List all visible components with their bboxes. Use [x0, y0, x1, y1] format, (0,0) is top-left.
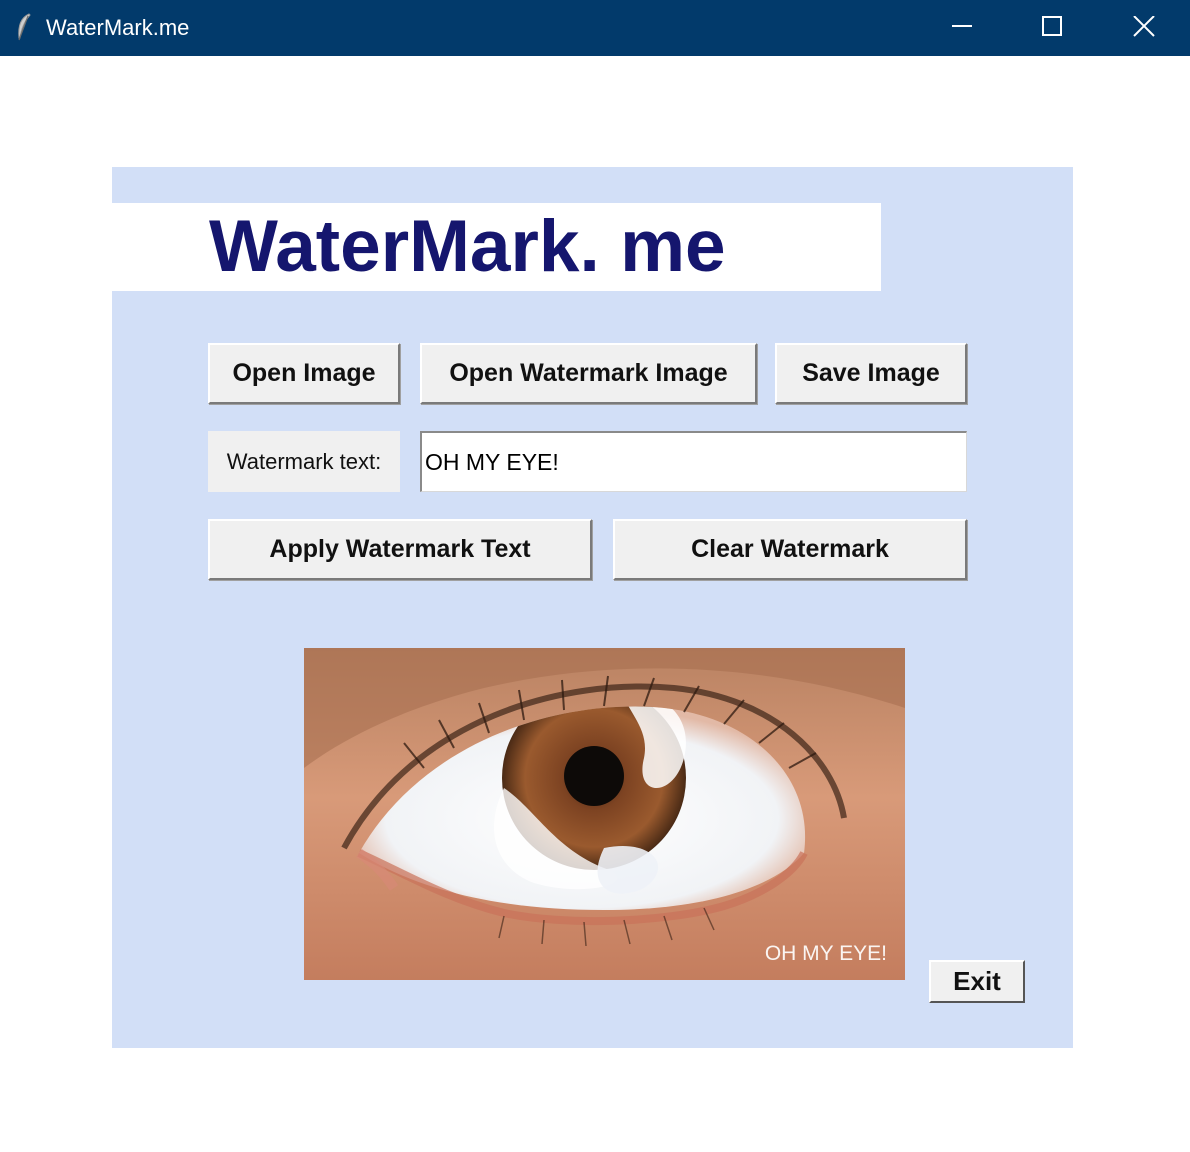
watermark-text-input[interactable]: [420, 431, 967, 492]
logo-banner: WaterMark. me: [112, 203, 881, 291]
minimize-button[interactable]: [916, 0, 1008, 56]
clear-watermark-button[interactable]: Clear Watermark: [613, 519, 967, 580]
open-watermark-image-button[interactable]: Open Watermark Image: [420, 343, 757, 404]
maximize-button[interactable]: [1007, 0, 1099, 56]
feather-icon: [14, 12, 34, 42]
preview-watermark-text: OH MY EYE!: [764, 942, 887, 965]
minimize-icon: [952, 25, 972, 27]
apply-watermark-text-button[interactable]: Apply Watermark Text: [208, 519, 592, 580]
maximize-icon: [1042, 16, 1062, 36]
image-preview: OH MY EYE!: [304, 648, 905, 980]
main-panel: WaterMark. me Open Image Open Watermark …: [112, 167, 1073, 1048]
eye-photo: [304, 648, 905, 980]
app-logo-text: WaterMark. me: [209, 206, 726, 287]
exit-button[interactable]: Exit: [929, 960, 1025, 1003]
open-image-button[interactable]: Open Image: [208, 343, 400, 404]
close-button[interactable]: [1098, 0, 1190, 56]
save-image-button[interactable]: Save Image: [775, 343, 967, 404]
title-bar: WaterMark.me: [0, 0, 1190, 56]
watermark-text-label: Watermark text:: [208, 431, 400, 492]
window-title: WaterMark.me: [46, 15, 190, 40]
close-icon: [1133, 16, 1155, 37]
